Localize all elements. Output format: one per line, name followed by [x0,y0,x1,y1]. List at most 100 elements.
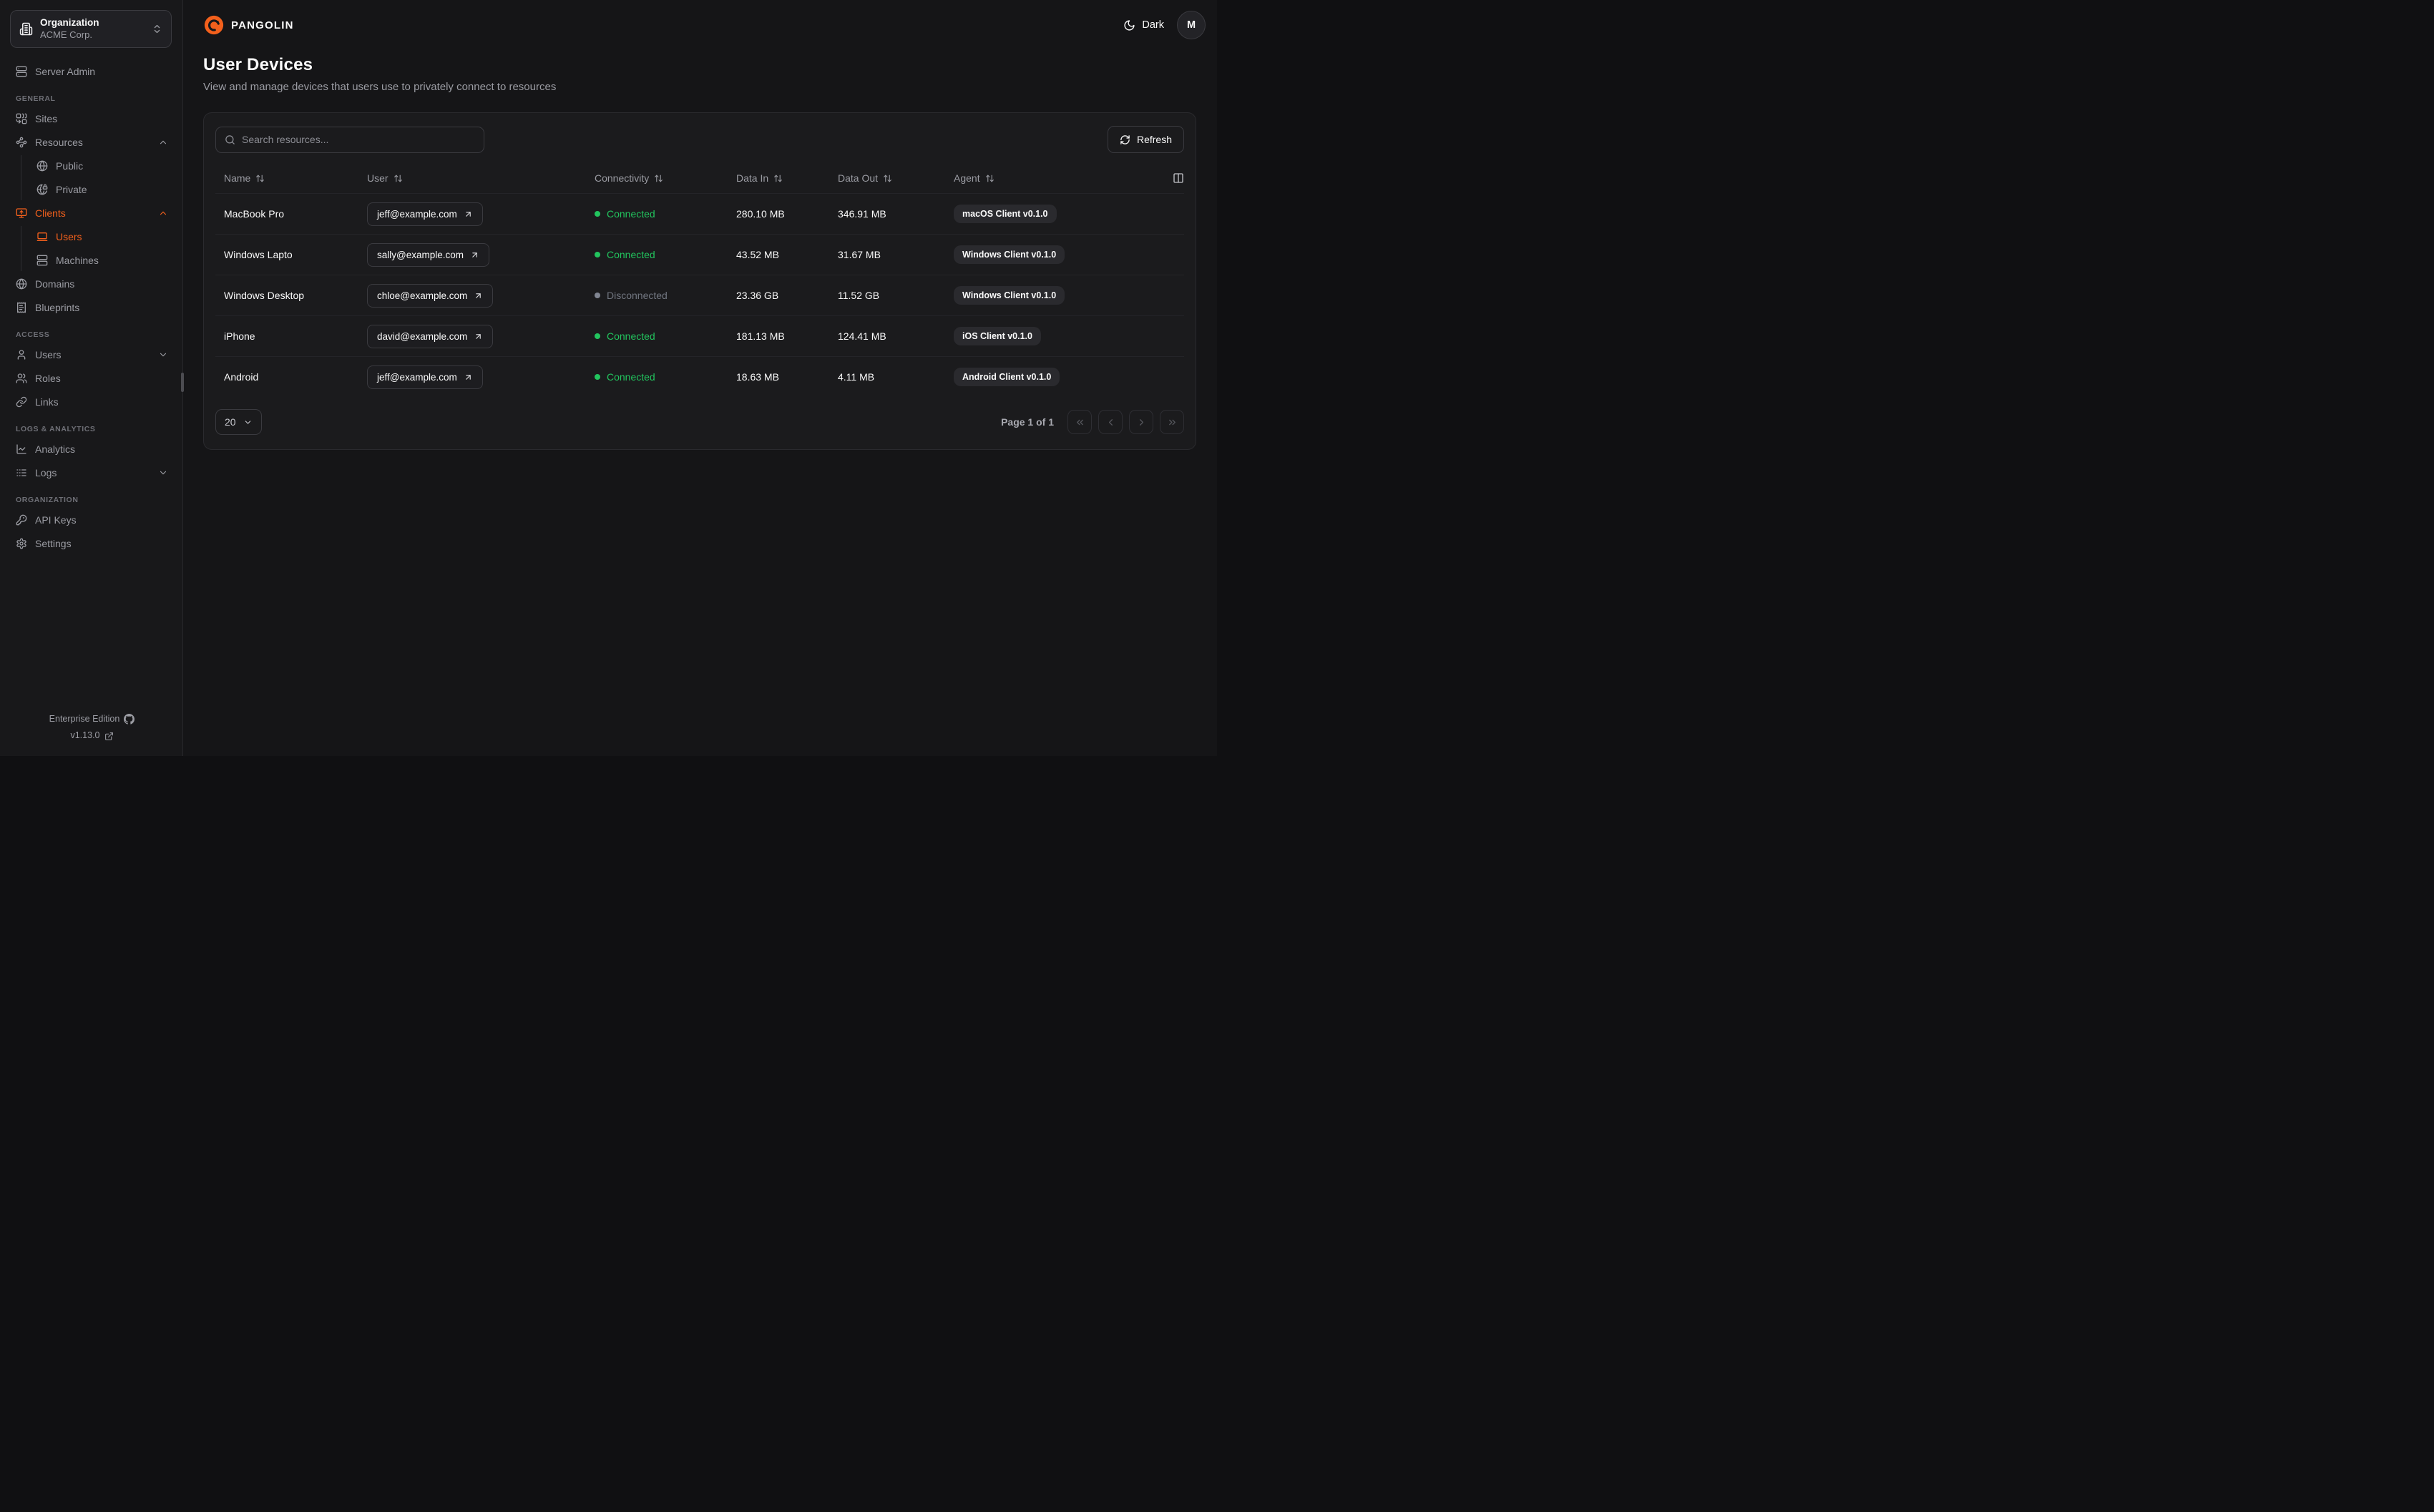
sidebar-item-sites[interactable]: Sites [10,108,174,129]
avatar[interactable]: M [1177,11,1206,39]
external-link-icon[interactable] [104,732,114,741]
column-header-agent[interactable]: Agent [954,172,1164,184]
chevrons-up-down-icon [152,24,162,34]
devices-card: Refresh Name User Connectivity Da [203,112,1196,450]
data-out-value: 4.11 MB [838,371,875,383]
theme-toggle-button[interactable]: Dark [1123,19,1164,31]
sort-icon [255,174,265,183]
device-name: MacBook Pro [224,208,285,220]
status-badge: Disconnected [595,290,736,301]
github-icon[interactable] [124,713,135,725]
arrow-up-right-icon [464,210,473,219]
sidebar-item-domains[interactable]: Domains [10,273,174,295]
sort-icon [654,174,663,183]
status-badge: Connected [595,249,736,260]
monitor-up-icon [16,207,27,219]
status-dot-icon [595,211,600,217]
globe-icon [16,278,27,290]
status-dot-icon [595,293,600,298]
sidebar-item-logs[interactable]: Logs [10,462,174,483]
next-page-button[interactable] [1129,410,1153,434]
chevron-down-icon [158,350,168,360]
waypoints-icon [16,137,27,148]
app-window: Organization ACME Corp. Server Admin GEN… [0,0,1217,756]
refresh-button[interactable]: Refresh [1107,126,1184,153]
theme-label: Dark [1142,19,1164,31]
sidebar-item-server-admin[interactable]: Server Admin [10,61,174,82]
status-dot-icon [595,333,600,339]
data-in-value: 23.36 GB [736,290,779,301]
status-dot-icon [595,252,600,257]
last-page-button[interactable] [1160,410,1184,434]
server-icon [16,66,27,77]
server-icon [36,255,48,266]
building-icon [19,22,33,36]
data-out-value: 11.52 GB [838,290,880,301]
agent-badge: macOS Client v0.1.0 [954,205,1057,223]
topbar: PANGOLIN Dark M [183,0,1217,39]
chevron-left-icon [1105,417,1116,428]
sidebar-item-private[interactable]: Private [31,179,174,200]
sidebar-item-analytics[interactable]: Analytics [10,438,174,460]
sidebar-item-users[interactable]: Users [10,344,174,365]
chevron-down-icon [158,468,168,478]
sidebar-item-public[interactable]: Public [31,155,174,177]
column-header-connectivity[interactable]: Connectivity [595,172,736,184]
brand: PANGOLIN [203,14,294,36]
device-name: Windows Desktop [224,290,305,301]
sidebar-item-links[interactable]: Links [10,391,174,413]
device-name: iPhone [224,330,255,342]
column-header-name[interactable]: Name [215,172,367,184]
resources-children: Public Private [21,155,174,201]
laptop-icon [36,231,48,242]
sidebar-item-roles[interactable]: Roles [10,368,174,389]
data-out-value: 124.41 MB [838,330,886,342]
agent-badge: iOS Client v0.1.0 [954,327,1041,345]
arrow-up-right-icon [474,291,483,300]
section-title-general: GENERAL [16,94,56,104]
org-selector[interactable]: Organization ACME Corp. [10,10,172,49]
arrow-up-right-icon [474,332,483,341]
sidebar-scrollbar-thumb[interactable] [181,373,184,392]
sidebar-item-blueprints[interactable]: Blueprints [10,297,174,318]
prev-page-button[interactable] [1098,410,1123,434]
sidebar-item-client-machines[interactable]: Machines [31,250,174,271]
sidebar-item-clients[interactable]: Clients [10,202,174,224]
agent-badge: Windows Client v0.1.0 [954,245,1065,264]
data-out-value: 31.67 MB [838,249,881,260]
table-row: MacBook Pro jeff@example.com Connected 2… [215,193,1184,234]
org-selector-value: ACME Corp. [40,29,92,40]
status-badge: Connected [595,371,736,383]
status-dot-icon [595,374,600,380]
search-input[interactable] [242,134,475,145]
status-badge: Connected [595,208,736,220]
sidebar-nav: Server Admin GENERAL Sites Resources Pub… [10,61,174,710]
column-header-data-out[interactable]: Data Out [838,172,954,184]
key-icon [16,514,27,526]
user-link-button[interactable]: jeff@example.com [367,365,483,389]
users-icon [16,373,27,384]
column-visibility-button[interactable] [1173,172,1184,184]
columns-icon [1173,172,1184,184]
edition-label: Enterprise Edition [49,713,120,724]
sidebar-item-client-users[interactable]: Users [31,226,174,247]
sidebar: Organization ACME Corp. Server Admin GEN… [0,0,183,756]
user-link-button[interactable]: chloe@example.com [367,283,494,308]
page-size-select[interactable]: 20 [215,409,262,435]
sidebar-item-resources[interactable]: Resources [10,132,174,153]
data-out-value: 346.91 MB [838,208,886,220]
moon-icon [1123,19,1135,31]
user-link-button[interactable]: sally@example.com [367,242,489,267]
sidebar-item-settings[interactable]: Settings [10,533,174,554]
user-icon [16,349,27,360]
user-link-button[interactable]: jeff@example.com [367,202,483,226]
clients-children: Users Machines [21,226,174,272]
first-page-button[interactable] [1067,410,1092,434]
column-header-user[interactable]: User [367,172,595,184]
sidebar-item-api-keys[interactable]: API Keys [10,509,174,531]
column-header-data-in[interactable]: Data In [736,172,838,184]
data-in-value: 43.52 MB [736,249,779,260]
user-link-button[interactable]: david@example.com [367,324,494,348]
data-in-value: 181.13 MB [736,330,785,342]
version-link[interactable]: v1.13.0 [70,727,99,745]
